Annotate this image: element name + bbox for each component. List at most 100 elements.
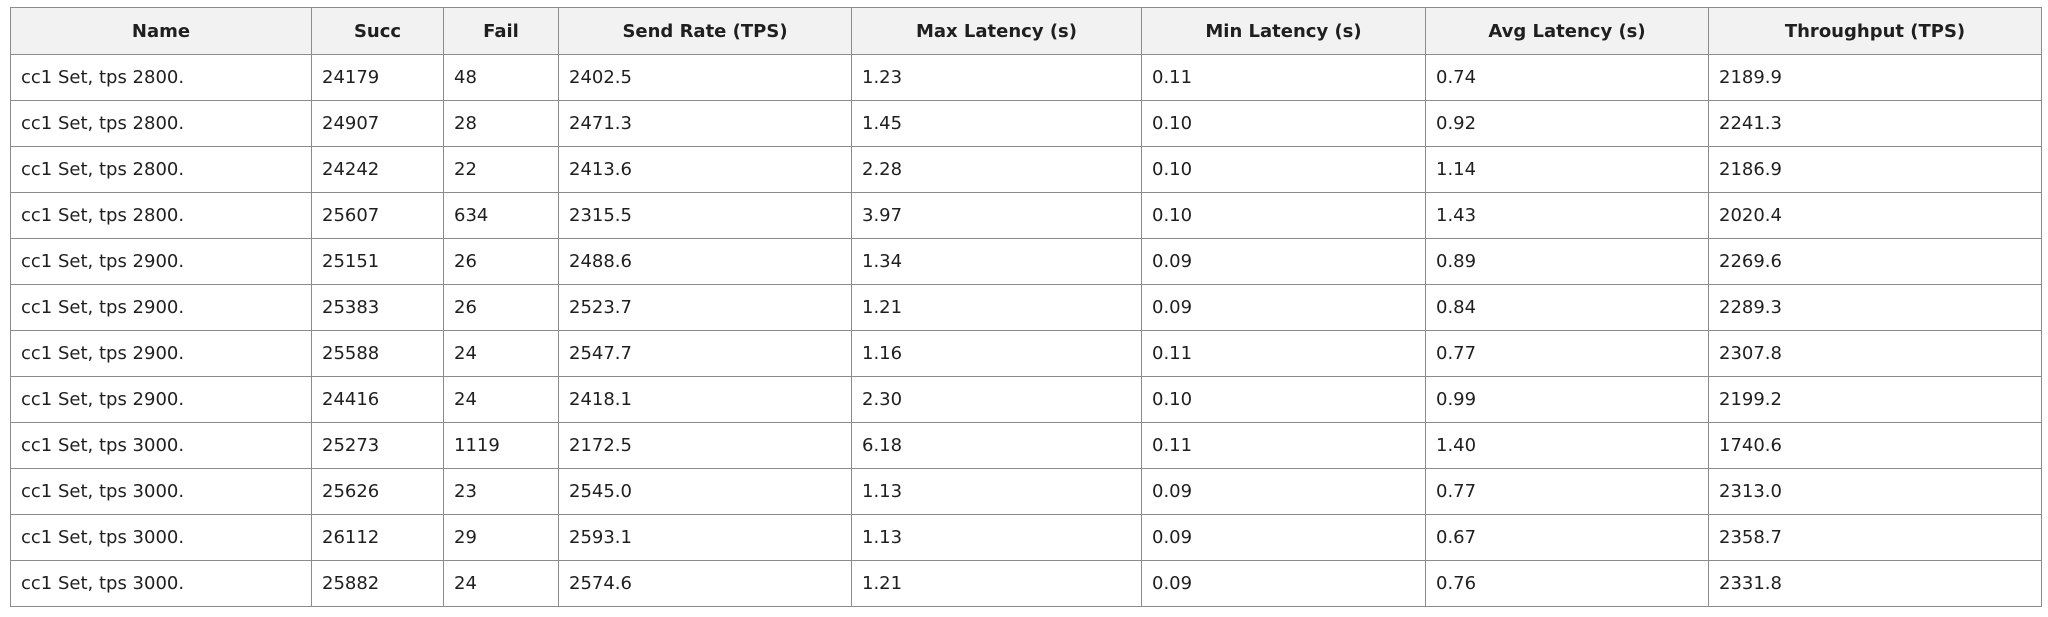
cell-min-latency: 0.09 bbox=[1141, 560, 1426, 607]
table-row: cc1 Set, tps 2800. 25607 634 2315.5 3.97 0.10… bbox=[10, 192, 2042, 239]
cell-fail: 24 bbox=[443, 560, 559, 607]
results-table-container: Name Succ Fail Send Rate (TPS) Max Laten… bbox=[10, 7, 2042, 607]
cell-min-latency: 0.10 bbox=[1141, 192, 1426, 239]
cell-min-latency: 0.09 bbox=[1141, 514, 1426, 561]
table-row: cc1 Set, tps 3000. 26112 29 2593.1 1.13 0.09 0… bbox=[10, 514, 2042, 561]
cell-throughput: 2020.4 bbox=[1708, 192, 2042, 239]
cell-name: cc1 Set, tps 3000. bbox=[10, 560, 312, 607]
cell-max-latency: 2.28 bbox=[851, 146, 1142, 193]
cell-min-latency: 0.09 bbox=[1141, 284, 1426, 331]
cell-throughput: 2186.9 bbox=[1708, 146, 2042, 193]
column-header-throughput: Throughput (TPS) bbox=[1708, 7, 2042, 55]
cell-avg-latency: 0.99 bbox=[1425, 376, 1709, 423]
cell-name: cc1 Set, tps 2800. bbox=[10, 54, 312, 101]
cell-fail: 1119 bbox=[443, 422, 559, 469]
cell-name: cc1 Set, tps 2900. bbox=[10, 284, 312, 331]
table-body: cc1 Set, tps 2800. 24179 48 2402.5 1.23 0.11 0… bbox=[10, 54, 2042, 607]
cell-send-rate: 2523.7 bbox=[558, 284, 852, 331]
cell-fail: 29 bbox=[443, 514, 559, 561]
table-row: cc1 Set, tps 2900. 25151 26 2488.6 1.34 0.09 0… bbox=[10, 238, 2042, 285]
cell-throughput: 2358.7 bbox=[1708, 514, 2042, 561]
cell-succ: 25626 bbox=[311, 468, 444, 515]
cell-max-latency: 1.23 bbox=[851, 54, 1142, 101]
table-row: cc1 Set, tps 2900. 24416 24 2418.1 2.30 0.10 0… bbox=[10, 376, 2042, 423]
cell-send-rate: 2547.7 bbox=[558, 330, 852, 377]
cell-send-rate: 2402.5 bbox=[558, 54, 852, 101]
cell-fail: 24 bbox=[443, 376, 559, 423]
cell-name: cc1 Set, tps 3000. bbox=[10, 468, 312, 515]
cell-name: cc1 Set, tps 2900. bbox=[10, 238, 312, 285]
cell-throughput: 2289.3 bbox=[1708, 284, 2042, 331]
cell-send-rate: 2172.5 bbox=[558, 422, 852, 469]
cell-name: cc1 Set, tps 3000. bbox=[10, 514, 312, 561]
cell-throughput: 2199.2 bbox=[1708, 376, 2042, 423]
cell-throughput: 2307.8 bbox=[1708, 330, 2042, 377]
cell-avg-latency: 1.43 bbox=[1425, 192, 1709, 239]
cell-avg-latency: 0.89 bbox=[1425, 238, 1709, 285]
cell-succ: 24179 bbox=[311, 54, 444, 101]
cell-max-latency: 1.16 bbox=[851, 330, 1142, 377]
cell-min-latency: 0.11 bbox=[1141, 330, 1426, 377]
cell-succ: 24242 bbox=[311, 146, 444, 193]
table-row: cc1 Set, tps 2800. 24907 28 2471.3 1.45 0.10 0… bbox=[10, 100, 2042, 147]
cell-throughput: 2313.0 bbox=[1708, 468, 2042, 515]
cell-max-latency: 3.97 bbox=[851, 192, 1142, 239]
cell-succ: 25607 bbox=[311, 192, 444, 239]
cell-avg-latency: 0.77 bbox=[1425, 468, 1709, 515]
table-row: cc1 Set, tps 3000. 25273 1119 2172.5 6.18 0.1… bbox=[10, 422, 2042, 469]
table-row: cc1 Set, tps 2900. 25383 26 2523.7 1.21 0.09 0… bbox=[10, 284, 2042, 331]
cell-fail: 26 bbox=[443, 238, 559, 285]
cell-name: cc1 Set, tps 2900. bbox=[10, 330, 312, 377]
cell-throughput: 2241.3 bbox=[1708, 100, 2042, 147]
table-row: cc1 Set, tps 3000. 25882 24 2574.6 1.21 0.09 0… bbox=[10, 560, 2042, 607]
cell-fail: 634 bbox=[443, 192, 559, 239]
cell-avg-latency: 1.14 bbox=[1425, 146, 1709, 193]
cell-throughput: 1740.6 bbox=[1708, 422, 2042, 469]
table-row: cc1 Set, tps 2900. 25588 24 2547.7 1.16 0.11 0… bbox=[10, 330, 2042, 377]
cell-max-latency: 1.21 bbox=[851, 560, 1142, 607]
header-row: Name Succ Fail Send Rate (TPS) Max Laten… bbox=[10, 7, 2042, 55]
cell-avg-latency: 0.74 bbox=[1425, 54, 1709, 101]
cell-send-rate: 2315.5 bbox=[558, 192, 852, 239]
column-header-succ: Succ bbox=[311, 7, 444, 55]
cell-min-latency: 0.10 bbox=[1141, 146, 1426, 193]
cell-max-latency: 1.45 bbox=[851, 100, 1142, 147]
table-header: Name Succ Fail Send Rate (TPS) Max Laten… bbox=[10, 7, 2042, 55]
cell-max-latency: 2.30 bbox=[851, 376, 1142, 423]
cell-succ: 24907 bbox=[311, 100, 444, 147]
cell-fail: 22 bbox=[443, 146, 559, 193]
cell-avg-latency: 0.84 bbox=[1425, 284, 1709, 331]
cell-send-rate: 2545.0 bbox=[558, 468, 852, 515]
cell-max-latency: 1.13 bbox=[851, 514, 1142, 561]
cell-name: cc1 Set, tps 2800. bbox=[10, 100, 312, 147]
cell-min-latency: 0.09 bbox=[1141, 238, 1426, 285]
cell-name: cc1 Set, tps 3000. bbox=[10, 422, 312, 469]
cell-min-latency: 0.09 bbox=[1141, 468, 1426, 515]
cell-succ: 25882 bbox=[311, 560, 444, 607]
cell-avg-latency: 0.92 bbox=[1425, 100, 1709, 147]
cell-throughput: 2189.9 bbox=[1708, 54, 2042, 101]
cell-succ: 25151 bbox=[311, 238, 444, 285]
cell-name: cc1 Set, tps 2800. bbox=[10, 192, 312, 239]
cell-send-rate: 2593.1 bbox=[558, 514, 852, 561]
cell-send-rate: 2488.6 bbox=[558, 238, 852, 285]
cell-max-latency: 6.18 bbox=[851, 422, 1142, 469]
cell-min-latency: 0.10 bbox=[1141, 100, 1426, 147]
cell-max-latency: 1.13 bbox=[851, 468, 1142, 515]
cell-name: cc1 Set, tps 2800. bbox=[10, 146, 312, 193]
cell-send-rate: 2413.6 bbox=[558, 146, 852, 193]
cell-name: cc1 Set, tps 2900. bbox=[10, 376, 312, 423]
cell-max-latency: 1.34 bbox=[851, 238, 1142, 285]
cell-max-latency: 1.21 bbox=[851, 284, 1142, 331]
cell-avg-latency: 1.40 bbox=[1425, 422, 1709, 469]
cell-succ: 25273 bbox=[311, 422, 444, 469]
table-row: cc1 Set, tps 3000. 25626 23 2545.0 1.13 0.09 0… bbox=[10, 468, 2042, 515]
cell-min-latency: 0.10 bbox=[1141, 376, 1426, 423]
column-header-avg-latency: Avg Latency (s) bbox=[1425, 7, 1709, 55]
cell-fail: 26 bbox=[443, 284, 559, 331]
cell-send-rate: 2574.6 bbox=[558, 560, 852, 607]
cell-send-rate: 2418.1 bbox=[558, 376, 852, 423]
cell-fail: 48 bbox=[443, 54, 559, 101]
column-header-fail: Fail bbox=[443, 7, 559, 55]
column-header-send-rate: Send Rate (TPS) bbox=[558, 7, 852, 55]
